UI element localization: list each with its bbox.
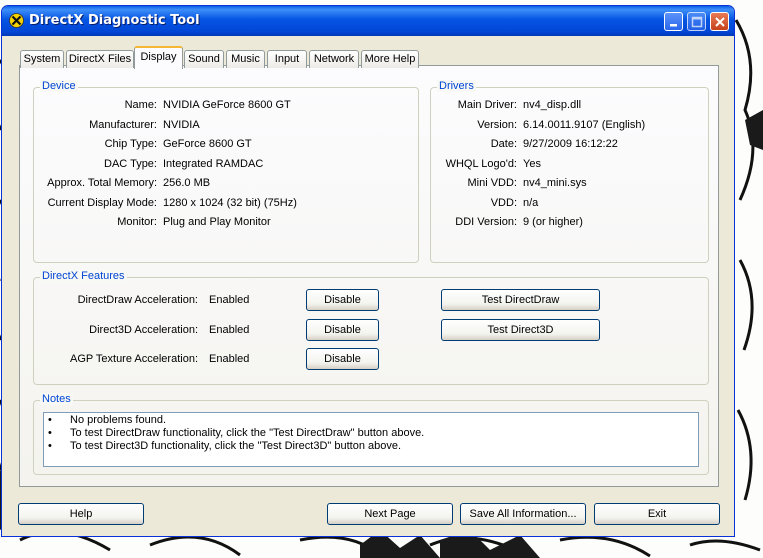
test-directdraw-button[interactable]: Test DirectDraw [441, 289, 600, 311]
minimize-icon [670, 24, 677, 27]
tab-input[interactable]: Input [267, 50, 307, 68]
note-line: • To test DirectDraw functionality, click… [48, 427, 425, 439]
main-driver-value: nv4_disp.dll [523, 99, 582, 111]
directx-icon [9, 13, 24, 28]
next-page-button[interactable]: Next Page [327, 503, 453, 525]
monitor-value: Plug and Play Monitor [163, 216, 271, 228]
note-line: • To test Direct3D functionality, click t… [48, 440, 402, 452]
mini-vdd-value: nv4_mini.sys [523, 177, 587, 189]
tab-system[interactable]: System [20, 50, 64, 68]
display-mode-value: 1280 x 1024 (32 bit) (75Hz) [163, 197, 297, 209]
direct3d-accel-value: Enabled [209, 324, 250, 336]
version-label: Version: [477, 119, 517, 131]
device-group: Device [33, 80, 419, 263]
vdd-label: VDD: [490, 197, 517, 209]
close-icon [715, 17, 725, 27]
vdd-value: n/a [523, 197, 539, 209]
ddi-version-value: 9 (or higher) [523, 216, 583, 228]
date-value: 9/27/2009 16:12:22 [523, 138, 618, 150]
monitor-label: Monitor: [117, 216, 157, 228]
whql-label: WHQL Logo'd: [445, 158, 517, 170]
chip-type-value: GeForce 8600 GT [163, 138, 252, 150]
device-name-value: NVIDIA GeForce 8600 GT [163, 99, 291, 111]
total-memory-value: 256.0 MB [163, 177, 211, 189]
dac-type-value: Integrated RAMDAC [163, 158, 264, 170]
save-all-information-button[interactable]: Save All Information... [460, 503, 586, 525]
note-line: • No problems found. [48, 414, 166, 426]
manufacturer-value: NVIDIA [163, 119, 200, 131]
tab-directx-files[interactable]: DirectX Files [66, 50, 134, 68]
device-heading: Device [40, 80, 78, 92]
disable-directdraw-button[interactable]: Disable [306, 289, 379, 311]
features-heading: DirectX Features [40, 270, 127, 282]
whql-value: Yes [523, 158, 541, 170]
maximize-button[interactable] [687, 12, 706, 31]
drivers-heading: Drivers [437, 80, 476, 92]
agp-texture-accel-label: AGP Texture Acceleration: [70, 353, 198, 365]
close-button[interactable] [710, 12, 729, 31]
directdraw-accel-label: DirectDraw Acceleration: [77, 294, 198, 306]
disable-direct3d-button[interactable]: Disable [306, 319, 379, 341]
chip-type-label: Chip Type: [104, 138, 157, 150]
device-name-label: Name: [124, 99, 157, 111]
tab-network[interactable]: Network [309, 50, 359, 68]
window-title: DirectX Diagnostic Tool [29, 13, 200, 28]
directdraw-accel-value: Enabled [209, 294, 250, 306]
ddi-version-label: DDI Version: [455, 216, 517, 228]
title-bar[interactable]: DirectX Diagnostic Tool [2, 6, 734, 36]
tab-music[interactable]: Music [226, 50, 265, 68]
tab-more-help[interactable]: More Help [361, 50, 419, 68]
test-direct3d-button[interactable]: Test Direct3D [441, 319, 600, 341]
exit-button[interactable]: Exit [594, 503, 720, 525]
tab-sound[interactable]: Sound [184, 50, 224, 68]
agp-texture-accel-value: Enabled [209, 353, 250, 365]
mini-vdd-label: Mini VDD: [467, 177, 517, 189]
version-value: 6.14.0011.9107 (English) [523, 119, 646, 131]
main-driver-label: Main Driver: [457, 99, 517, 111]
disable-agp-texture-button[interactable]: Disable [306, 348, 379, 370]
help-button[interactable]: Help [18, 503, 144, 525]
display-mode-label: Current Display Mode: [47, 197, 157, 209]
drivers-group: Drivers [430, 80, 709, 263]
date-label: Date: [490, 138, 517, 150]
tab-display[interactable]: Display [134, 46, 183, 69]
manufacturer-label: Manufacturer: [89, 119, 157, 131]
dac-type-label: DAC Type: [104, 158, 157, 170]
maximize-icon [691, 16, 703, 28]
notes-box[interactable]: • No problems found. • To test DirectDraw … [43, 412, 699, 467]
minimize-button[interactable] [664, 12, 683, 31]
direct3d-accel-label: Direct3D Acceleration: [89, 324, 198, 336]
notes-heading: Notes [40, 393, 73, 405]
notes-group: Notes • No problems found. • To test Direc… [33, 393, 709, 475]
total-memory-label: Approx. Total Memory: [47, 177, 157, 189]
